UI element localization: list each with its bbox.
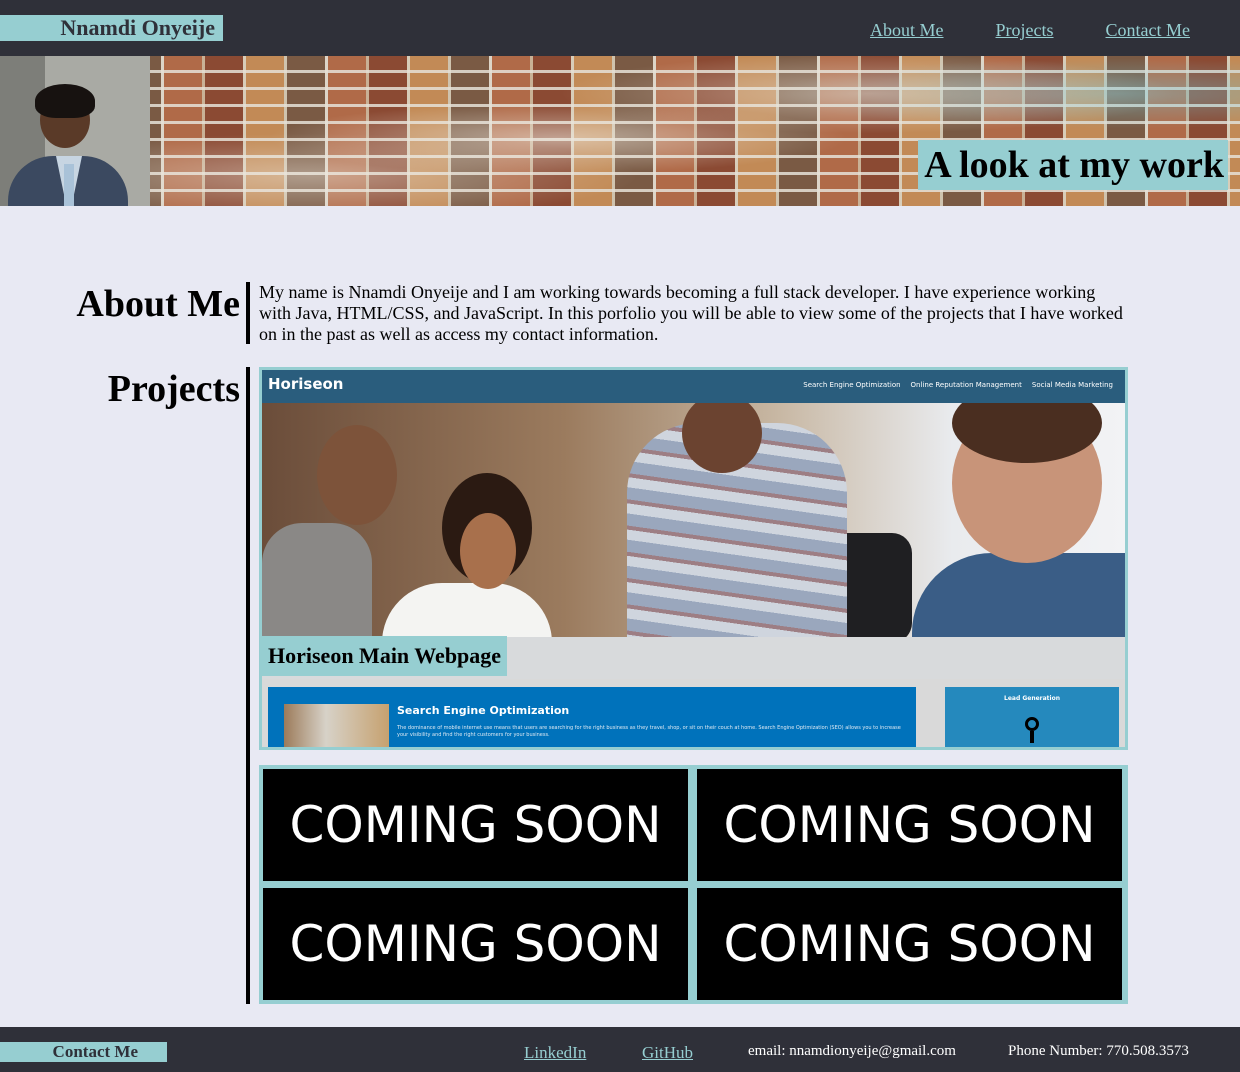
- profile-photo: [0, 56, 150, 206]
- site-footer: Contact Me LinkedIn GitHub email: nnamdi…: [0, 1027, 1240, 1072]
- project-caption: Horiseon Main Webpage: [262, 636, 508, 676]
- footer-contact-heading: Contact Me: [0, 1042, 167, 1062]
- projects-divider: [246, 367, 250, 1004]
- about-divider: [246, 282, 250, 344]
- horiseon-seo-section: Search Engine Optimization The dominance…: [268, 687, 916, 747]
- coming-soon-card[interactable]: COMING SOON: [263, 769, 688, 881]
- coming-soon-grid: COMING SOON COMING SOON COMING SOON COMI…: [259, 765, 1128, 1004]
- coming-soon-card[interactable]: COMING SOON: [263, 888, 688, 1000]
- seo-text: The dominance of mobile internet use mea…: [397, 725, 901, 738]
- seo-thumbnail: [284, 704, 389, 747]
- horiseon-link-orm: Online Reputation Management: [910, 381, 1022, 389]
- coming-soon-card[interactable]: COMING SOON: [697, 769, 1122, 881]
- project-card-horiseon[interactable]: Horiseon Search Engine Optimization Onli…: [259, 367, 1128, 750]
- hero-banner: A look at my work: [0, 56, 1240, 206]
- horiseon-link-smm: Social Media Marketing: [1031, 381, 1113, 389]
- hero-tagline: A look at my work: [918, 140, 1228, 190]
- github-link[interactable]: GitHub: [642, 1043, 693, 1063]
- horiseon-navbar: Horiseon Search Engine Optimization Onli…: [262, 370, 1125, 403]
- about-me-heading: About Me: [76, 283, 240, 325]
- horiseon-lead-section: Lead Generation: [945, 687, 1119, 747]
- linkedin-link[interactable]: LinkedIn: [524, 1043, 586, 1063]
- about-me-text: My name is Nnamdi Onyeije and I am worki…: [259, 282, 1123, 344]
- brand-name: Nnamdi Onyeije: [0, 15, 223, 41]
- main-nav: About Me Projects Contact Me: [818, 20, 1190, 41]
- nav-contact-me[interactable]: Contact Me: [1106, 20, 1190, 41]
- phone-text: Phone Number: 770.508.3573: [1008, 1043, 1189, 1059]
- lead-title: Lead Generation: [1004, 695, 1060, 702]
- email-text: email: nnamdionyeije@gmail.com: [748, 1043, 956, 1059]
- nav-projects[interactable]: Projects: [996, 20, 1054, 41]
- nav-about-me[interactable]: About Me: [870, 20, 944, 41]
- seo-title: Search Engine Optimization: [397, 704, 570, 717]
- horiseon-logo: Horiseon: [268, 375, 344, 393]
- horiseon-link-seo: Search Engine Optimization: [803, 381, 901, 389]
- lightbulb-icon: [1025, 717, 1039, 743]
- coming-soon-card[interactable]: COMING SOON: [697, 888, 1122, 1000]
- projects-heading: Projects: [107, 368, 240, 410]
- site-header: Nnamdi Onyeije About Me Projects Contact…: [0, 0, 1240, 56]
